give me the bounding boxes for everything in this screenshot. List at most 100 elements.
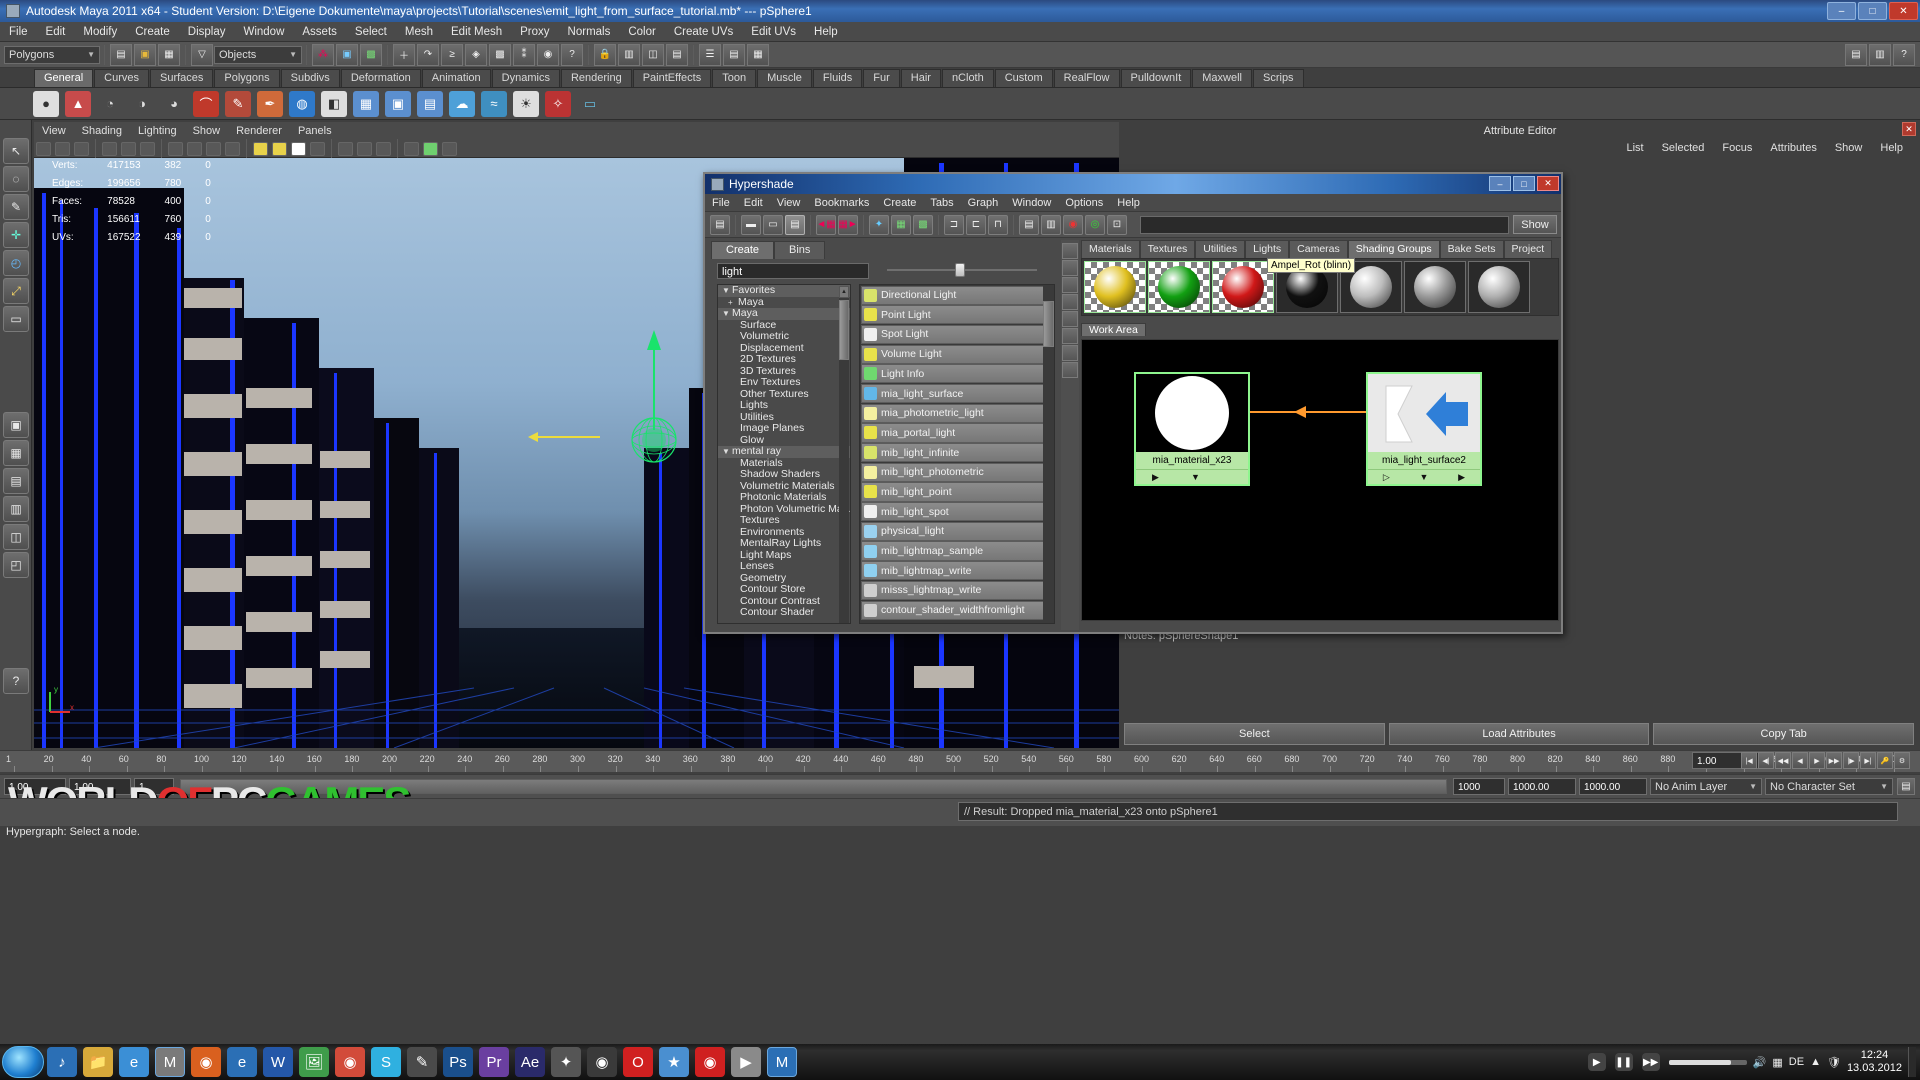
two-d-pan-zoom-icon[interactable]: [121, 141, 136, 156]
menu-display[interactable]: Display: [179, 22, 235, 42]
taskbar-notepad-icon[interactable]: ✎: [407, 1047, 437, 1077]
hs-tab-create[interactable]: Create: [711, 240, 775, 259]
nurbs-icon-3[interactable]: ◕: [161, 90, 187, 117]
snap-view-plane-icon[interactable]: ◈: [465, 43, 487, 66]
toggle-icon[interactable]: ⊡: [1107, 214, 1127, 235]
shelf-tab-deformation[interactable]: Deformation: [340, 69, 421, 87]
texture-icon[interactable]: [272, 141, 287, 156]
menu-select[interactable]: Select: [346, 22, 396, 42]
help-icon[interactable]: ?: [1893, 43, 1915, 66]
create-node-list[interactable]: Directional Light Point Light Spot Light Vo…: [859, 284, 1055, 624]
hypershade-work-area[interactable]: mia_material_x23 ▶ ▼ mia_light_surface2 ▷…: [1081, 339, 1559, 621]
taskbar-photoshop-icon[interactable]: Ps: [443, 1047, 473, 1077]
create-node-light-info[interactable]: Light Info: [861, 364, 1053, 384]
sort-horizontal-icon[interactable]: ▤: [1019, 214, 1039, 235]
tree-item-photon-volumetric-ma-[interactable]: Photon Volumetric Ma...: [718, 503, 850, 516]
tray-next-icon[interactable]: ▶▶: [1641, 1053, 1660, 1071]
cone-shelf-icon[interactable]: ▲: [65, 90, 91, 117]
menu-color[interactable]: Color: [619, 22, 664, 42]
time-slider[interactable]: 1 20 40 60 80 100 120 140 160 180 200 220 240 260 280 3…: [0, 750, 1920, 772]
selection-mode-icon[interactable]: ▽: [191, 43, 213, 66]
wireframe-icon[interactable]: [168, 141, 183, 156]
show-both-tabs-icon[interactable]: ▤: [785, 214, 805, 235]
menu-help[interactable]: Help: [805, 22, 847, 42]
layout-icon[interactable]: ▥: [1869, 43, 1891, 66]
shelf-tab-polygons[interactable]: Polygons: [214, 69, 280, 87]
grid-icon[interactable]: [140, 141, 155, 156]
hs-menu-edit[interactable]: Edit: [737, 197, 770, 209]
tray-expand-icon[interactable]: ▲: [1810, 1056, 1821, 1068]
tree-twisty-icon[interactable]: ▼: [722, 446, 732, 458]
last-tool-icon[interactable]: ▭: [3, 306, 29, 332]
status-line[interactable]: Polygons ▼ ▤ ▣ ▦ ▽ Objects ▼ ⁂ ▣ ▩ ＋ ↷ ≥ ◈…: [0, 42, 1920, 68]
select-tool-icon[interactable]: ↖: [3, 138, 29, 164]
hypershade-browser-pane[interactable]: Materials Textures Utilities Lights Cameras S…: [1081, 240, 1559, 630]
attribute-editor-buttons[interactable]: Select Load Attributes Copy Tab: [1124, 723, 1915, 745]
side-tool-2-icon[interactable]: [1062, 260, 1078, 276]
hypershade-icon[interactable]: ◫: [642, 43, 664, 66]
shelf-tab-bar[interactable]: General Curves Surfaces Polygons Subdivs Defo…: [0, 68, 1920, 88]
graph-node-light-surface[interactable]: mia_light_surface2 ▷ ▼ ▶: [1366, 372, 1482, 486]
create-node-mib-light-point[interactable]: mib_light_point: [861, 482, 1053, 502]
menu-window[interactable]: Window: [234, 22, 293, 42]
shelf-tab-curves[interactable]: Curves: [94, 69, 149, 87]
range-options-icon[interactable]: ▤: [1897, 778, 1915, 795]
hypershade-toolbar[interactable]: ▤ ▬ ▭ ▤ ◄▦ ▦► ✦ ▦ ▩ ⊐ ⊏ ⊓ ▤ ▥ ◉ ◎ ⊡ Show: [705, 212, 1561, 238]
hs-menu-view[interactable]: View: [770, 197, 808, 209]
shelf-tab-general[interactable]: General: [34, 69, 94, 87]
menu-edit-uvs[interactable]: Edit UVs: [742, 22, 805, 42]
show-top-tabs-icon[interactable]: ▬: [741, 214, 761, 235]
speaker-icon[interactable]: 🔊: [1753, 1056, 1767, 1069]
command-result-field[interactable]: // Result: Dropped mia_material_x23 onto…: [958, 802, 1898, 821]
hypershade-close-button[interactable]: ✕: [1537, 176, 1559, 191]
volume-slider[interactable]: [1668, 1059, 1747, 1065]
shelf-tab-animation[interactable]: Animation: [421, 69, 491, 87]
hardware-texture-icon[interactable]: [404, 141, 419, 156]
taskbar-picture-icon[interactable]: 🖼: [299, 1047, 329, 1077]
viewport-menu-lighting[interactable]: Lighting: [130, 125, 185, 137]
show-bottom-tabs-icon[interactable]: ▭: [763, 214, 783, 235]
high-quality-render-icon[interactable]: [423, 141, 438, 156]
range-end-field[interactable]: 1000: [1453, 778, 1505, 795]
swatch-tab-bar[interactable]: Materials Textures Utilities Lights Cameras S…: [1081, 240, 1559, 258]
taskbar-opera-icon[interactable]: O: [623, 1047, 653, 1077]
open-scene-icon[interactable]: ▣: [134, 43, 156, 66]
side-tool-8-icon[interactable]: [1062, 362, 1078, 378]
taskbar-aftereffects-icon[interactable]: Ae: [515, 1047, 545, 1077]
create-node-mib-light-spot[interactable]: mib_light_spot: [861, 502, 1053, 522]
hs-menu-options[interactable]: Options: [1058, 197, 1110, 209]
create-node-point-light[interactable]: Point Light: [861, 305, 1053, 325]
output-connections-icon[interactable]: ⊏: [966, 214, 986, 235]
outliner-icon[interactable]: ☰: [699, 43, 721, 66]
hs-menu-graph[interactable]: Graph: [961, 197, 1006, 209]
create-node-mib-lightmap-write[interactable]: mib_lightmap_write: [861, 561, 1053, 581]
shelf-tab-surfaces[interactable]: Surfaces: [149, 69, 214, 87]
paint-icon[interactable]: ✒: [257, 90, 283, 117]
render-shelf-icon[interactable]: ▤: [417, 90, 443, 117]
fluid-icon[interactable]: ≈: [481, 90, 507, 117]
auto-key-icon[interactable]: 🔑: [1877, 752, 1893, 769]
anim-end-field[interactable]: 1000.00: [1579, 778, 1647, 795]
snapshot-icon[interactable]: ▣: [385, 90, 411, 117]
tray-pause-icon[interactable]: ❚❚: [1614, 1053, 1633, 1071]
node-scroll-thumb[interactable]: [1043, 301, 1054, 347]
create-node-mib-lightmap-sample[interactable]: mib_lightmap_sample: [861, 541, 1053, 561]
redo-graph-icon[interactable]: ▦►: [838, 214, 858, 235]
taskbar-youtube-icon[interactable]: ▶: [731, 1047, 761, 1077]
snap-live-icon[interactable]: ▩: [489, 43, 511, 66]
hs-menu-bookmarks[interactable]: Bookmarks: [807, 197, 876, 209]
shelf-tab-scrips[interactable]: Scrips: [1253, 69, 1304, 87]
clock[interactable]: 12:24 13.03.2012: [1847, 1049, 1902, 1075]
step-back-frame-icon[interactable]: ◀|: [1758, 752, 1774, 769]
create-node-volume-light[interactable]: Volume Light: [861, 344, 1053, 364]
menu-create-uvs[interactable]: Create UVs: [665, 22, 742, 42]
swatch-grey-material-3[interactable]: [1468, 261, 1530, 313]
viewport-menu-panels[interactable]: Panels: [290, 125, 340, 137]
side-tool-6-icon[interactable]: [1062, 328, 1078, 344]
taskbar-word-icon[interactable]: W: [263, 1047, 293, 1077]
create-node-mib-light-photometric[interactable]: mib_light_photometric: [861, 462, 1053, 482]
tab-work-area[interactable]: Work Area: [1081, 323, 1146, 336]
viewport2-icon[interactable]: [442, 141, 457, 156]
shelf-tab-painteffects[interactable]: PaintEffects: [632, 69, 712, 87]
tree-twisty-icon[interactable]: ▼: [722, 285, 732, 297]
